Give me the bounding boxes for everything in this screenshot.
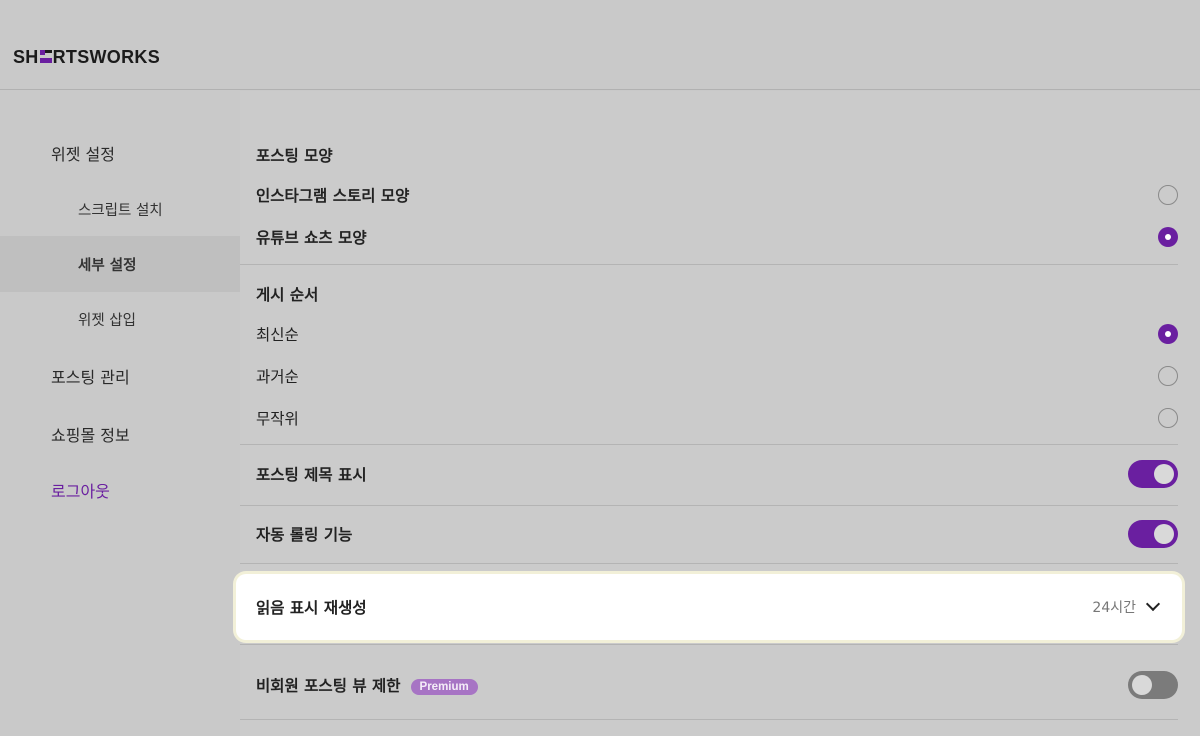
sidebar-item-widget-insert[interactable]: 위젯 삽입: [0, 291, 240, 347]
radio-instagram-story[interactable]: [1158, 185, 1178, 205]
option-label: 유튜브 쇼츠 모양: [256, 229, 367, 247]
setting-row-auto-rolling: 자동 롤링 기능: [256, 519, 1178, 549]
sidebar-item-label: 위젯 삽입: [78, 312, 136, 329]
setting-label: 자동 롤링 기능: [256, 526, 353, 544]
sidebar: 위젯 설정 스크립트 설치 세부 설정 위젯 삽입 포스팅 관리 쇼핑몰 정보 …: [0, 91, 240, 736]
section-title-posting-order: 게시 순서: [256, 286, 319, 304]
toggle-guest-limit[interactable]: [1128, 671, 1178, 699]
divider: [240, 505, 1178, 506]
toggle-knob: [1132, 675, 1152, 695]
option-row-random[interactable]: 무작위: [256, 406, 1178, 430]
divider: [240, 563, 1178, 564]
option-row-instagram-story[interactable]: 인스타그램 스토리 모양: [256, 183, 1178, 207]
option-label: 과거순: [256, 368, 299, 386]
option-row-oldest[interactable]: 과거순: [256, 364, 1178, 388]
sidebar-item-script-install[interactable]: 스크립트 설치: [0, 181, 240, 237]
sidebar-item-posting-manage[interactable]: 포스팅 관리: [0, 348, 240, 404]
logo-text-right: RTSWORKS: [52, 47, 161, 67]
toggle-show-title[interactable]: [1128, 460, 1178, 488]
settings-panel: 포스팅 모양 인스타그램 스토리 모양 유튜브 쇼츠 모양 게시 순서 최신순 …: [236, 91, 1200, 736]
read-regen-dropdown[interactable]: 24시간: [1092, 596, 1161, 617]
toggle-knob: [1154, 464, 1174, 484]
dropdown-value: 24시간: [1092, 600, 1136, 616]
sidebar-item-label: 로그아웃: [51, 482, 110, 501]
sidebar-item-shop-info[interactable]: 쇼핑몰 정보: [0, 406, 240, 462]
option-row-newest[interactable]: 최신순: [256, 322, 1178, 346]
sidebar-item-label: 포스팅 관리: [51, 368, 130, 387]
section-title-posting-shape: 포스팅 모양: [256, 147, 333, 165]
divider: [240, 444, 1178, 445]
logo-mark-icon: [39, 50, 52, 63]
setting-label: 비회원 포스팅 뷰 제한: [256, 677, 401, 695]
radio-oldest[interactable]: [1158, 366, 1178, 386]
toggle-auto-rolling[interactable]: [1128, 520, 1178, 548]
setting-row-guest-limit: 비회원 포스팅 뷰 제한 Premium: [256, 670, 1178, 700]
sidebar-item-detail-settings[interactable]: 세부 설정: [0, 236, 240, 292]
toggle-knob: [1154, 524, 1174, 544]
option-label: 최신순: [256, 326, 299, 344]
chevron-down-icon: [1145, 596, 1161, 612]
sidebar-item-label: 세부 설정: [78, 257, 137, 274]
divider: [240, 644, 1178, 645]
sidebar-item-label: 위젯 설정: [51, 145, 115, 164]
logout-link[interactable]: 로그아웃: [0, 462, 240, 518]
setting-label-wrap: 비회원 포스팅 뷰 제한 Premium: [256, 674, 478, 696]
app-header: SH RTSWORKS: [0, 0, 1200, 90]
brand-logo[interactable]: SH RTSWORKS: [13, 47, 160, 68]
option-row-youtube-shorts[interactable]: 유튜브 쇼츠 모양: [256, 225, 1178, 249]
radio-random[interactable]: [1158, 408, 1178, 428]
premium-badge: Premium: [410, 678, 478, 695]
logo-text-left: SH: [13, 47, 39, 67]
setting-row-show-title: 포스팅 제목 표시: [256, 459, 1178, 489]
divider: [240, 264, 1178, 265]
divider: [240, 719, 1178, 720]
setting-card-read-regen[interactable]: 읽음 표시 재생성 24시간: [236, 574, 1182, 640]
sidebar-item-label: 쇼핑몰 정보: [51, 426, 130, 445]
setting-label: 읽음 표시 재생성: [256, 599, 367, 617]
option-label: 인스타그램 스토리 모양: [256, 187, 410, 205]
radio-youtube-shorts[interactable]: [1158, 227, 1178, 247]
radio-newest[interactable]: [1158, 324, 1178, 344]
sidebar-item-label: 스크립트 설치: [78, 202, 163, 219]
sidebar-item-widget-settings[interactable]: 위젯 설정: [0, 125, 240, 181]
setting-label: 포스팅 제목 표시: [256, 466, 367, 484]
option-label: 무작위: [256, 410, 299, 428]
